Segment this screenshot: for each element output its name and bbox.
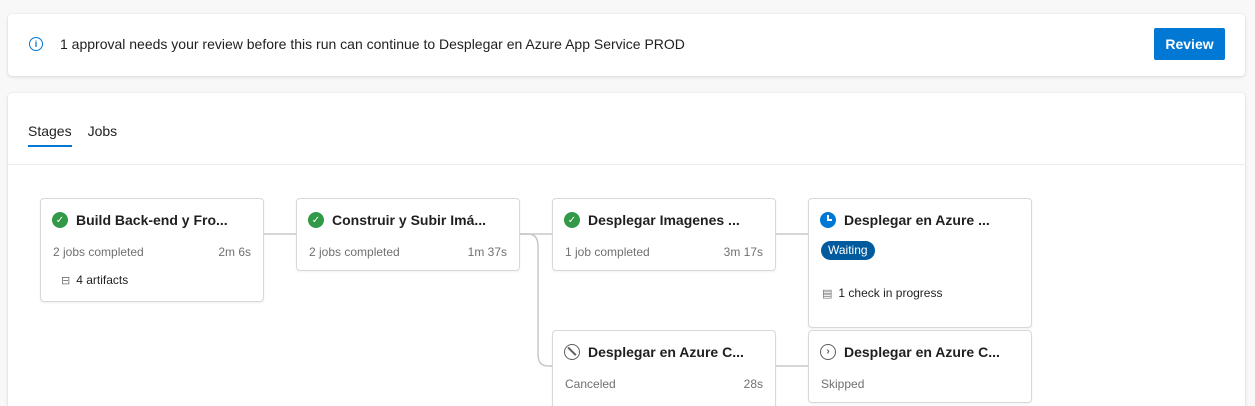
tab-divider [8,164,1245,165]
check-circle-icon: ✓ [564,212,580,228]
artifact-icon: ⊟ [61,274,71,287]
stage-card-desplegar-canceled[interactable]: Desplegar en Azure C... Canceled 28s [552,330,776,406]
stage-title: Desplegar en Azure C... [588,344,744,360]
stage-jobs-status: Skipped [821,377,865,391]
review-button[interactable]: Review [1154,28,1225,60]
stage-jobs-status: 1 job completed [565,245,650,259]
stage-card-desplegar-prod[interactable]: Desplegar en Azure ... Waiting ▤ 1 check… [808,198,1032,328]
tab-jobs[interactable]: Jobs [88,123,118,147]
stage-card-desplegar-skipped[interactable]: › Desplegar en Azure C... Skipped [808,330,1032,403]
tab-bar: Stages Jobs [28,123,133,147]
checks-link[interactable]: ▤ 1 check in progress [822,286,942,300]
clock-icon [820,212,836,228]
artifacts-label: 4 artifacts [76,273,129,287]
checks-label: 1 check in progress [838,286,943,300]
approval-message: 1 approval needs your review before this… [60,36,685,52]
stage-duration: 3m 17s [723,245,763,259]
approval-banner: i 1 approval needs your review before th… [8,14,1245,76]
stage-title: Desplegar Imagenes ... [588,212,740,228]
check-circle-icon: ✓ [308,212,324,228]
stage-card-build[interactable]: ✓ Build Back-end y Fro... 2 jobs complet… [40,198,264,302]
tab-stages[interactable]: Stages [28,123,72,147]
stage-title: Construir y Subir Imá... [332,212,487,228]
stage-duration: 28s [743,377,763,391]
info-icon: i [29,37,43,51]
cancel-icon [564,344,580,360]
stage-duration: 2m 6s [218,245,251,259]
checklist-icon: ▤ [822,287,833,300]
stage-jobs-status: 2 jobs completed [53,245,144,259]
artifacts-link[interactable]: ⊟ 4 artifacts [61,273,128,287]
stage-jobs-status: 2 jobs completed [309,245,400,259]
stage-jobs-status: Canceled [565,377,616,391]
skip-icon: › [820,344,836,360]
stage-duration: 1m 37s [467,245,507,259]
stage-title: Desplegar en Azure ... [844,212,990,228]
status-badge: Waiting [821,241,875,260]
stage-title: Build Back-end y Fro... [76,212,228,228]
stage-card-desplegar-imagenes[interactable]: ✓ Desplegar Imagenes ... 1 job completed… [552,198,776,271]
check-circle-icon: ✓ [52,212,68,228]
stage-title: Desplegar en Azure C... [844,344,1000,360]
stage-card-construir[interactable]: ✓ Construir y Subir Imá... 2 jobs comple… [296,198,520,271]
